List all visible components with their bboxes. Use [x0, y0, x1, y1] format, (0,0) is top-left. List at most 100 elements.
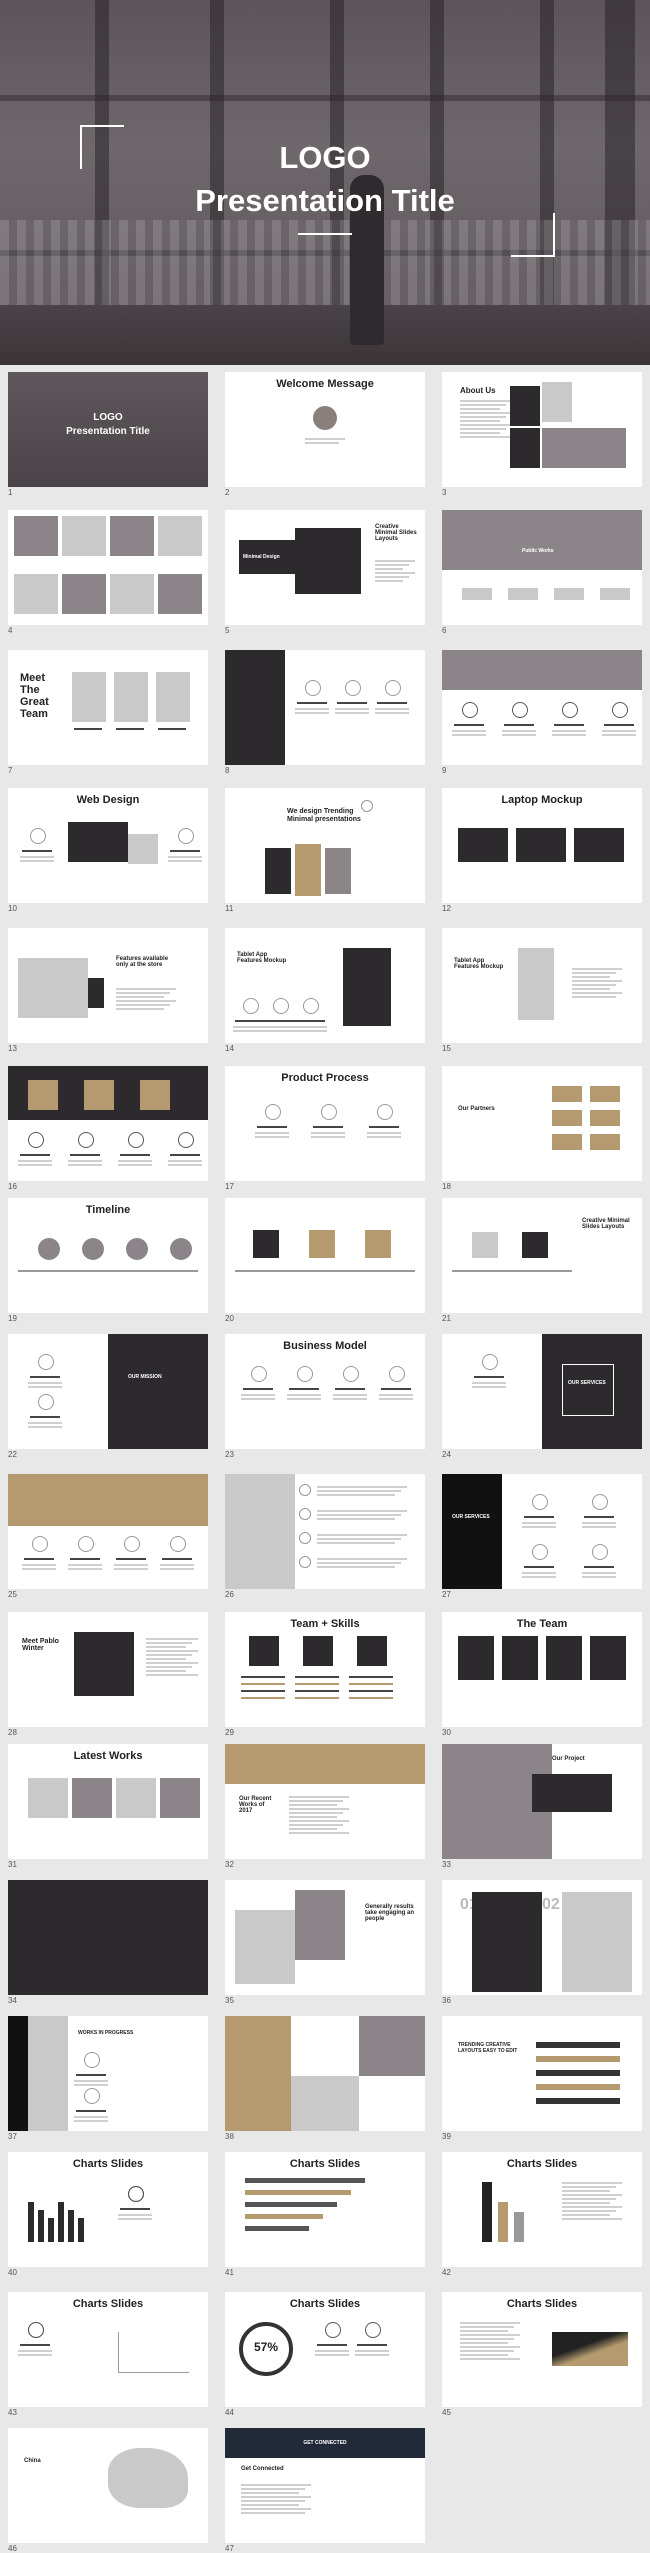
text-line	[18, 1160, 52, 1162]
slide-thumbnail[interactable]: Charts Slides	[225, 2152, 425, 2267]
photo	[116, 1778, 156, 1818]
bar	[38, 2210, 44, 2242]
text-line	[460, 2322, 520, 2324]
feature-icon	[377, 1104, 393, 1120]
skill-bar	[349, 1697, 393, 1699]
text-line	[241, 2500, 305, 2502]
slide-thumbnail[interactable]: Creative Minimal Slides Layouts	[442, 1198, 642, 1313]
photo	[253, 1230, 279, 1258]
slide-thumbnail[interactable]: Laptop Mockup	[442, 788, 642, 903]
slide-thumbnail[interactable]: China	[8, 2428, 208, 2543]
text-line	[369, 1126, 399, 1128]
slide-title: Latest Works	[73, 1750, 143, 1762]
slide-thumbnail[interactable]: Welcome Message	[225, 372, 425, 487]
slide-thumbnail[interactable]: Charts Slides	[442, 2292, 642, 2407]
slide-thumbnail[interactable]: OUR SERVICES	[442, 1334, 642, 1449]
text-line	[20, 2344, 50, 2346]
photo	[114, 672, 148, 722]
slide-thumbnail[interactable]	[225, 650, 425, 765]
text-line	[460, 428, 506, 430]
text-line	[293, 1030, 327, 1032]
slide-thumbnail[interactable]: Web Design	[8, 788, 208, 903]
slide-thumbnail[interactable]: Charts Slides 57%	[225, 2292, 425, 2407]
photo	[140, 1080, 170, 1110]
slide-thumbnail[interactable]: Our Recent Works of 2017	[225, 1744, 425, 1859]
slide-thumbnail[interactable]: Charts Slides	[8, 2152, 208, 2267]
hero-slide-preview[interactable]: LOGO Presentation Title	[0, 0, 650, 365]
slide-thumbnail[interactable]: GET CONNECTED Get Connected	[225, 2428, 425, 2543]
photo	[8, 1880, 208, 1995]
slide-thumbnail[interactable]: Charts Slides	[8, 2292, 208, 2407]
slide-thumbnail[interactable]: Generally results take engaging an peopl…	[225, 1880, 425, 1995]
slide-thumbnail[interactable]: Meet The Great Team	[8, 650, 208, 765]
text-line	[317, 1514, 401, 1516]
slide-thumbnail[interactable]: TRENDING CREATIVE LAYOUTS EASY TO EDIT	[442, 2016, 642, 2131]
slide-thumbnail[interactable]	[8, 1474, 208, 1589]
slide-number: 6	[442, 626, 447, 635]
slide-thumbnail[interactable]: Public Works	[442, 510, 642, 625]
slide-thumbnail[interactable]: 01 02	[442, 1880, 642, 1995]
text-line	[168, 856, 202, 858]
slide-thumbnail[interactable]	[8, 1066, 208, 1181]
slide-thumbnail[interactable]: Team + Skills	[225, 1612, 425, 1727]
text-line	[582, 1526, 616, 1528]
slide-thumbnail[interactable]: The Team	[442, 1612, 642, 1727]
slide-thumbnail[interactable]	[225, 1474, 425, 1589]
bar	[68, 2210, 74, 2242]
text-line	[114, 1568, 148, 1570]
slide-thumbnail[interactable]: Features available only at the store	[8, 928, 208, 1043]
text-line	[572, 968, 622, 970]
timeline-node	[38, 1238, 60, 1260]
text-line	[74, 728, 102, 730]
slide-title: Business Model	[283, 1340, 367, 1352]
text-line	[460, 2330, 508, 2332]
slide-thumbnail[interactable]	[225, 2016, 425, 2131]
photo	[472, 1892, 542, 1992]
feature-icon	[273, 998, 289, 1014]
slide-thumbnail[interactable]: Business Model	[225, 1334, 425, 1449]
slide-number: 35	[225, 1996, 234, 2005]
photo	[84, 1080, 114, 1110]
slide-thumbnail[interactable]: Tablet App Features Mockup	[225, 928, 425, 1043]
text-line	[572, 972, 616, 974]
feature-icon	[532, 1544, 548, 1560]
slide-number: 42	[442, 2268, 451, 2277]
photo	[552, 1086, 582, 1102]
slide-thumbnail[interactable]: Timeline	[8, 1198, 208, 1313]
slide-thumbnail[interactable]: Our Project	[442, 1744, 642, 1859]
slide-thumbnail[interactable]: Our Partners	[442, 1066, 642, 1181]
slide-thumbnail[interactable]: Tablet App Features Mockup	[442, 928, 642, 1043]
slide-thumbnail[interactable]: About Us	[442, 372, 642, 487]
text-line	[120, 2208, 150, 2210]
partner-logo	[462, 588, 492, 600]
photo	[303, 1636, 333, 1666]
skill-bar	[295, 1690, 339, 1692]
bar	[514, 2212, 524, 2242]
text-line	[146, 1662, 198, 1664]
slide-thumbnail[interactable]	[8, 1880, 208, 1995]
text-line	[317, 1490, 401, 1492]
timeline-node	[170, 1238, 192, 1260]
text-line	[146, 1674, 198, 1676]
slide-thumbnail[interactable]: Minimal Design Creative Minimal Slides La…	[225, 510, 425, 625]
photo	[128, 834, 158, 864]
text-line	[333, 1394, 367, 1396]
slide-thumbnail[interactable]	[442, 650, 642, 765]
slide-thumbnail[interactable]	[8, 510, 208, 625]
slide-thumbnail[interactable]: OUR SERVICES	[442, 1474, 642, 1589]
slide-thumbnail[interactable]: We design Trending Minimal presentations	[225, 788, 425, 903]
partner-logo	[600, 588, 630, 600]
slide-thumbnail[interactable]: OUR MISSION	[8, 1334, 208, 1449]
slide-thumbnail[interactable]	[225, 1198, 425, 1313]
side-title: Get Connected	[241, 2466, 284, 2472]
slide-thumbnail[interactable]: Charts Slides	[442, 2152, 642, 2267]
slide-thumbnail[interactable]: Product Process	[225, 1066, 425, 1181]
slide-thumbnail[interactable]: Latest Works	[8, 1744, 208, 1859]
text-line	[146, 1638, 198, 1640]
photo	[225, 1474, 295, 1589]
slide-thumbnail[interactable]: Meet Pablo Winter	[8, 1612, 208, 1727]
slide-thumbnail[interactable]: LOGO Presentation Title	[8, 372, 208, 487]
slide-thumbnail[interactable]: WORKS IN PROGRESS	[8, 2016, 208, 2131]
text-line	[460, 2354, 508, 2356]
feature-icon	[592, 1544, 608, 1560]
